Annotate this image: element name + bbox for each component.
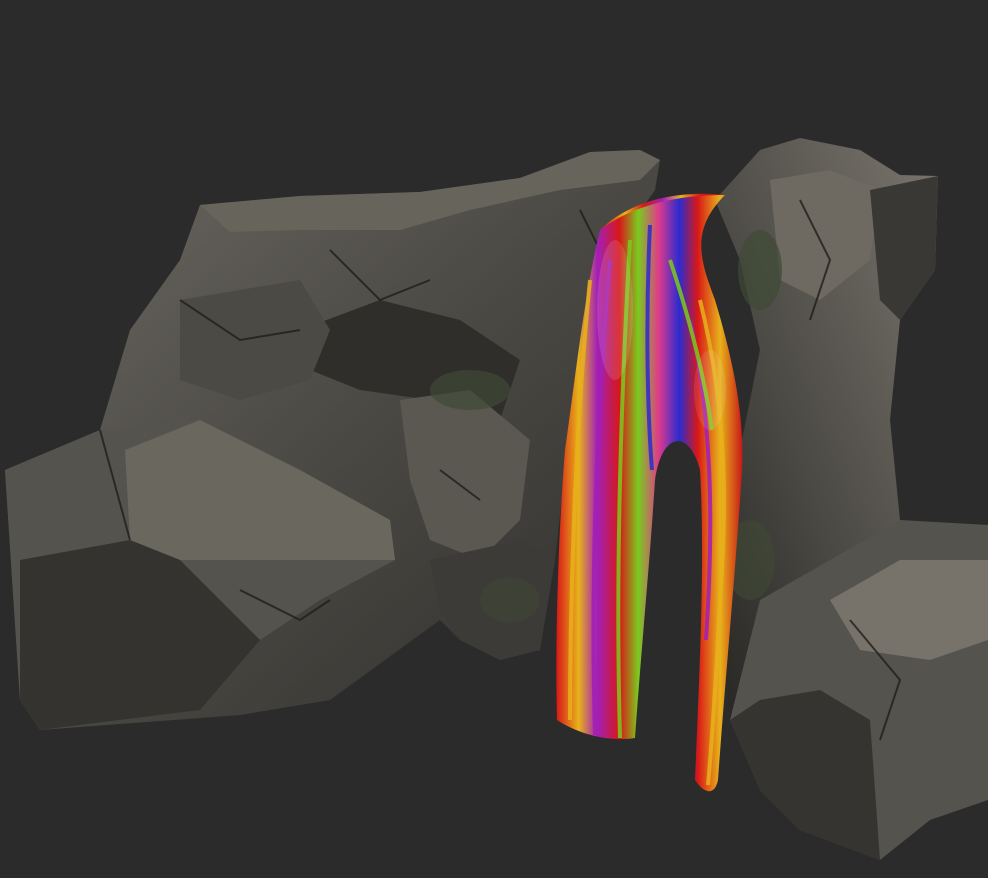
rock-formation[interactable]: [5, 138, 988, 860]
moss-patch: [480, 578, 540, 622]
rock-right-boulder-shadow: [730, 690, 880, 860]
ribbon-highlight: [694, 350, 726, 430]
scene-canvas: [5, 138, 988, 860]
3d-viewport[interactable]: [0, 0, 988, 878]
moss-patch: [430, 370, 510, 410]
rock-right-pillar-dark: [870, 176, 938, 320]
moss-patch: [738, 230, 782, 310]
ribbon-highlight: [597, 240, 633, 380]
